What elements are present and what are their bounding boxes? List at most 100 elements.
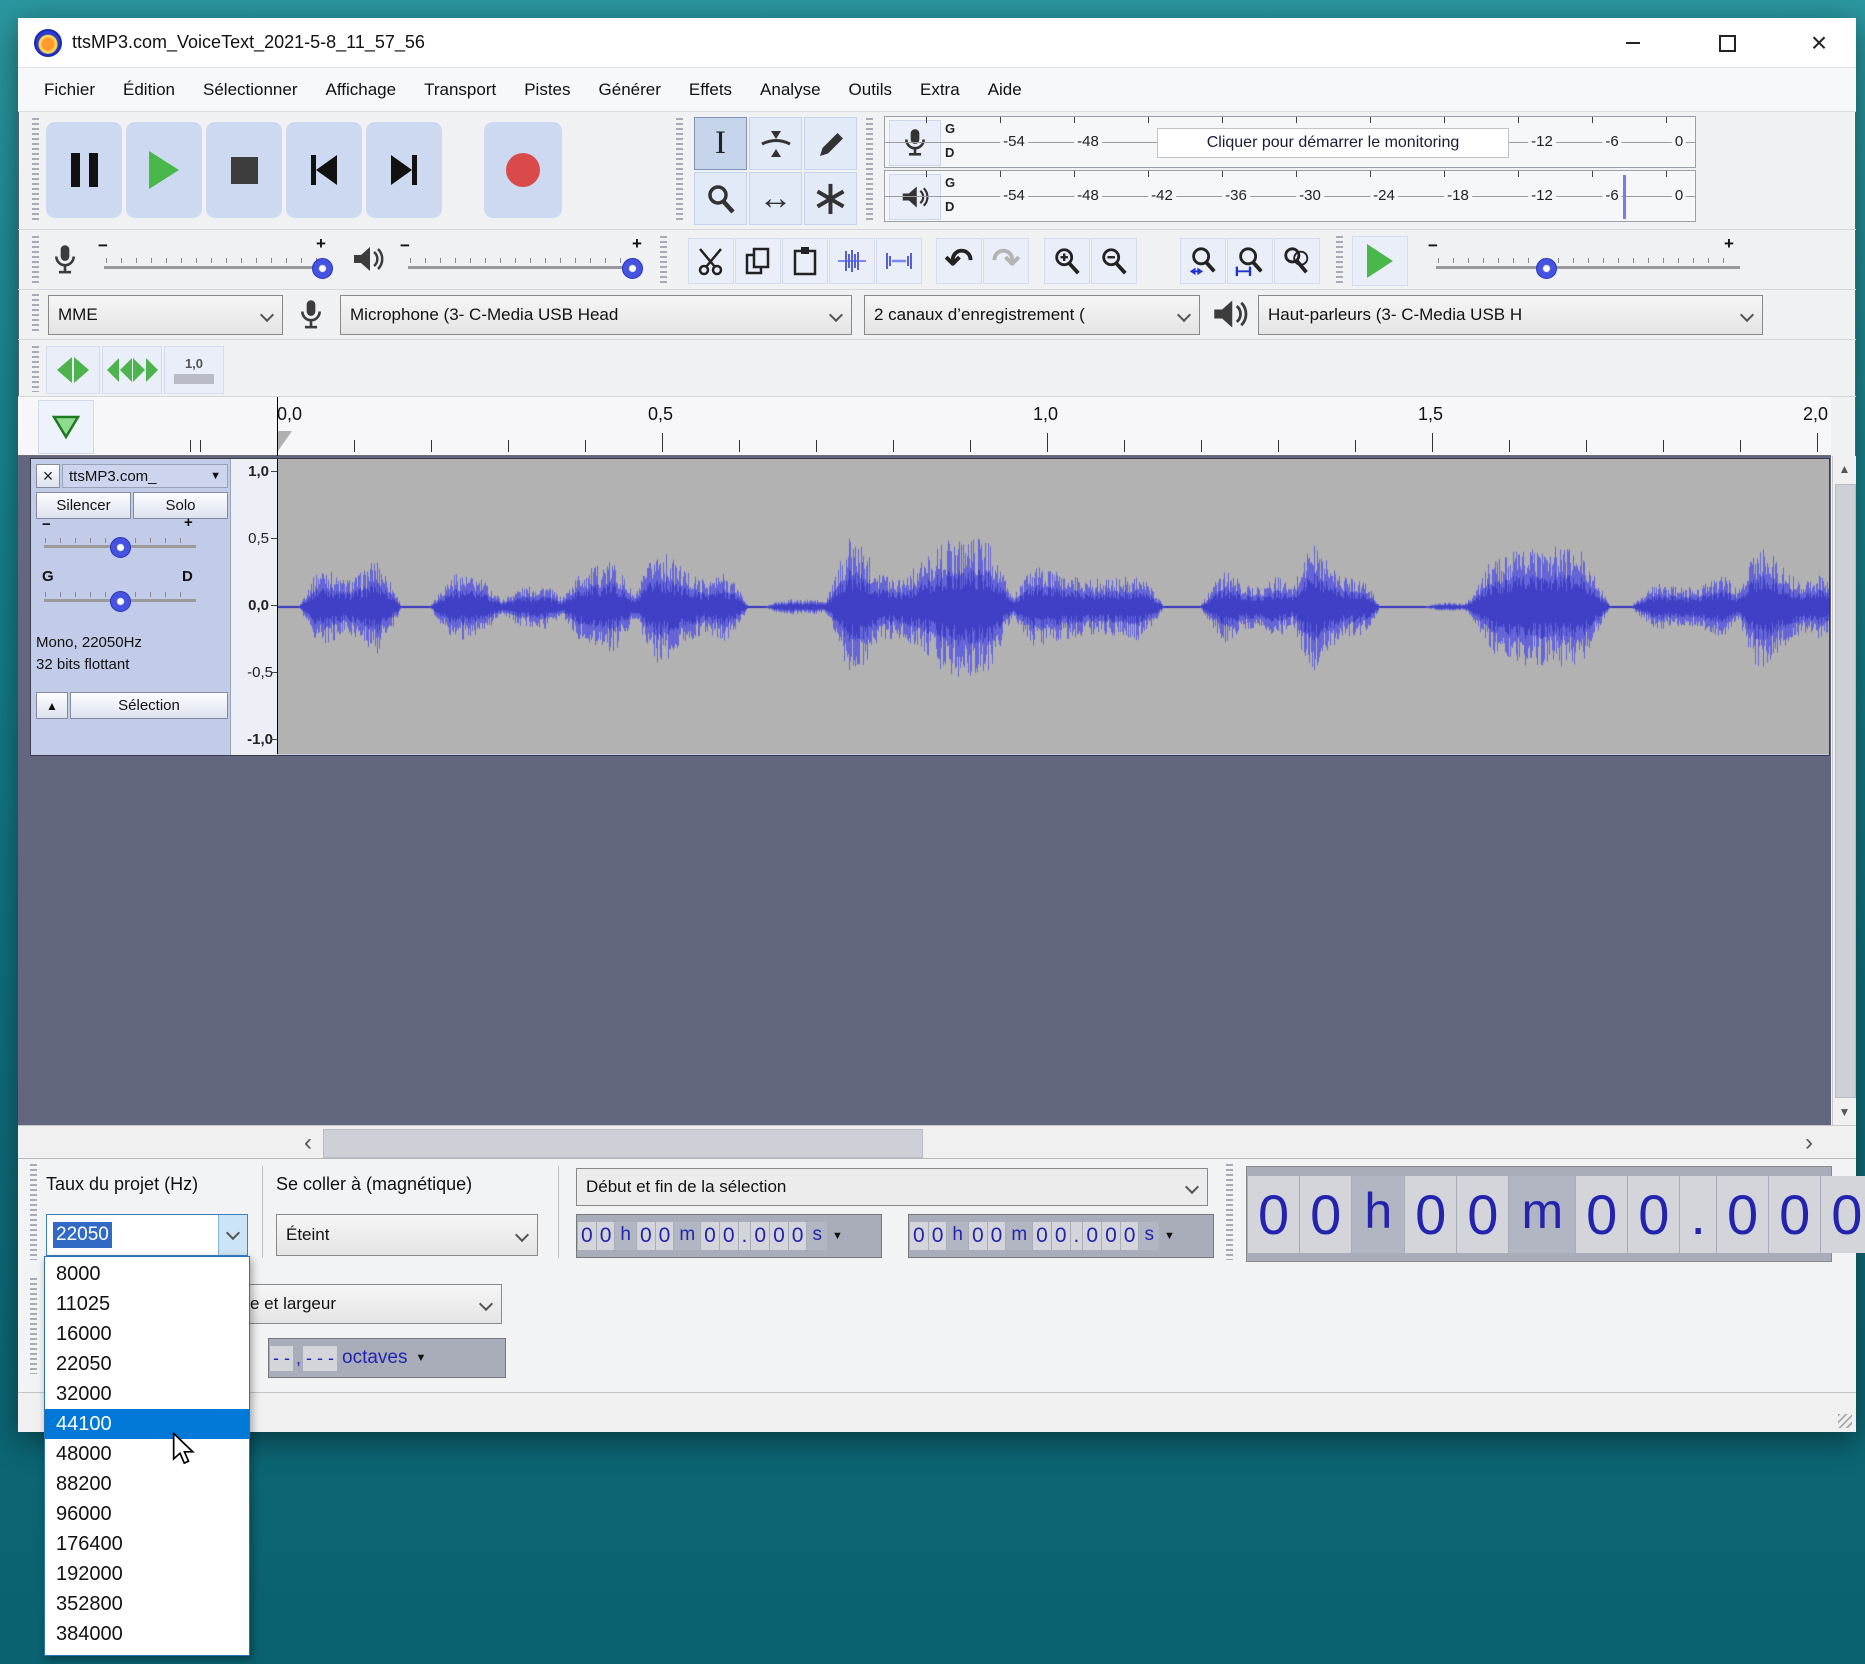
- project-rate-dropdown-list[interactable]: 8000110251600022050320004410048000882009…: [44, 1256, 250, 1656]
- mixer-toolbar-gripper[interactable]: [32, 236, 39, 284]
- minimize-button[interactable]: [1598, 18, 1668, 68]
- selection-toolbar-gripper[interactable]: [30, 1164, 37, 1260]
- copy-button[interactable]: [735, 238, 781, 284]
- play-volume-slider[interactable]: [408, 252, 640, 282]
- rate-option-5[interactable]: 44100: [45, 1409, 249, 1439]
- fit-project-button[interactable]: [1227, 238, 1273, 284]
- selection-end-field[interactable]: 00h00m00.000s ▼: [908, 1214, 1214, 1258]
- rate-option-10[interactable]: 192000: [45, 1559, 249, 1589]
- paste-button[interactable]: [782, 238, 828, 284]
- menu-item-10[interactable]: Extra: [906, 80, 974, 100]
- scrub-ruler-toggle-button[interactable]: 1,0: [164, 346, 224, 394]
- menu-item-1[interactable]: Édition: [109, 80, 189, 100]
- playback-device-select[interactable]: Haut-parleurs (3- C-Media USB H: [1258, 295, 1763, 335]
- monitoring-hint[interactable]: Cliquer pour démarrer le monitoring: [1157, 128, 1509, 158]
- scrub-toolbar-gripper[interactable]: [32, 346, 39, 392]
- rate-option-1[interactable]: 11025: [45, 1289, 249, 1319]
- envelope-tool-button[interactable]: [749, 117, 802, 170]
- menu-item-6[interactable]: Générer: [585, 80, 675, 100]
- stop-button[interactable]: [206, 122, 282, 218]
- pause-button[interactable]: [46, 122, 122, 218]
- recording-meter[interactable]: G D -54 -48 Cliquer pour démarrer le mon…: [884, 116, 1696, 168]
- recording-meter-mic-button[interactable]: [889, 120, 941, 166]
- track-gain-thumb[interactable]: [110, 537, 131, 558]
- vertical-scrollbar[interactable]: ▲ ▼: [1832, 456, 1856, 1125]
- spectral-value-field[interactable]: - - , - - - octaves ▼: [268, 1338, 506, 1378]
- play-at-speed-gripper[interactable]: [1336, 236, 1343, 284]
- menu-item-9[interactable]: Outils: [835, 80, 906, 100]
- play-speed-slider[interactable]: [1436, 252, 1740, 282]
- rate-option-8[interactable]: 96000: [45, 1499, 249, 1529]
- project-rate-combobox[interactable]: 22050: [46, 1214, 248, 1256]
- cut-button[interactable]: [688, 238, 734, 284]
- track-solo-button[interactable]: Solo: [133, 492, 228, 519]
- menu-item-7[interactable]: Effets: [675, 80, 746, 100]
- menu-item-2[interactable]: Sélectionner: [189, 80, 312, 100]
- time-shift-tool-button[interactable]: ↔: [749, 172, 802, 225]
- rate-option-2[interactable]: 16000: [45, 1319, 249, 1349]
- maximize-button[interactable]: [1692, 18, 1762, 68]
- menu-item-0[interactable]: Fichier: [30, 80, 109, 100]
- trim-outside-selection-button[interactable]: [829, 238, 875, 284]
- track-pan-slider[interactable]: [44, 588, 196, 614]
- track-close-button[interactable]: ×: [36, 464, 60, 488]
- skip-to-start-button[interactable]: [286, 122, 362, 218]
- track-name-menu[interactable]: ttsMP3.com_ ▼: [62, 464, 228, 488]
- scroll-up-button[interactable]: ▲: [1833, 456, 1856, 482]
- timeline-pin-button[interactable]: [38, 400, 94, 454]
- seek-button[interactable]: [102, 346, 162, 394]
- menu-item-4[interactable]: Transport: [410, 80, 510, 100]
- zoom-toggle-button[interactable]: [1274, 238, 1320, 284]
- recording-channels-select[interactable]: 2 canaux d’enregistrement (: [864, 295, 1200, 335]
- play-speed-thumb[interactable]: [1536, 258, 1557, 279]
- recording-device-select[interactable]: Microphone (3- C-Media USB Head: [340, 295, 852, 335]
- vertical-ruler[interactable]: 1,0 0,5 0,0 -0,5 -1,0: [230, 459, 277, 755]
- quick-play-marker[interactable]: [278, 431, 292, 451]
- transport-toolbar-gripper[interactable]: [32, 118, 39, 222]
- track-select-button[interactable]: Sélection: [70, 692, 228, 719]
- play-volume-thumb[interactable]: [622, 258, 643, 279]
- edit-toolbar-gripper[interactable]: [660, 236, 667, 284]
- undo-button[interactable]: ↶: [936, 238, 982, 284]
- track-gain-slider[interactable]: [44, 534, 196, 560]
- waveform-view[interactable]: [277, 459, 1829, 754]
- track-pan-thumb[interactable]: [110, 591, 131, 612]
- redo-button[interactable]: ↷: [983, 238, 1029, 284]
- vertical-scroll-thumb[interactable]: [1835, 484, 1856, 1098]
- timeline-ruler[interactable]: 0,0 0,5 1,0 1,5 2,0: [18, 397, 1831, 456]
- zoom-tool-button[interactable]: [694, 172, 747, 225]
- rate-option-4[interactable]: 32000: [45, 1379, 249, 1409]
- playback-meter[interactable]: G D -54 -48 -42 -36 -30 -24 -18 -12 -6 0: [884, 170, 1696, 222]
- play-at-speed-button[interactable]: [1352, 236, 1408, 286]
- horizontal-scroll-thumb[interactable]: [323, 1129, 923, 1158]
- scroll-down-button[interactable]: ▼: [1833, 1099, 1856, 1125]
- silence-selection-button[interactable]: [876, 238, 922, 284]
- draw-tool-button[interactable]: [804, 117, 857, 170]
- rate-option-9[interactable]: 176400: [45, 1529, 249, 1559]
- scroll-left-button[interactable]: ‹: [295, 1129, 321, 1156]
- record-volume-slider[interactable]: [104, 252, 332, 282]
- selection-mode-combobox[interactable]: Début et fin de la sélection: [576, 1168, 1208, 1206]
- audio-position-display[interactable]: 00h00m00.000s ▼: [1246, 1166, 1832, 1262]
- scrub-button[interactable]: [46, 346, 100, 394]
- selection-start-field[interactable]: 00h00m00.000s ▼: [576, 1214, 882, 1258]
- position-display-gripper[interactable]: [1226, 1164, 1233, 1260]
- horizontal-scrollbar[interactable]: ‹ ›: [18, 1125, 1856, 1158]
- rate-option-0[interactable]: 8000: [45, 1259, 249, 1289]
- spectral-toolbar-gripper[interactable]: [30, 1278, 37, 1374]
- menu-item-5[interactable]: Pistes: [510, 80, 584, 100]
- fit-selection-button[interactable]: [1180, 238, 1226, 284]
- menu-item-11[interactable]: Aide: [974, 80, 1036, 100]
- zoom-out-button[interactable]: [1091, 238, 1137, 284]
- snap-to-combobox[interactable]: Éteint: [276, 1214, 538, 1256]
- tools-toolbar-gripper[interactable]: [676, 118, 683, 222]
- zoom-in-button[interactable]: [1044, 238, 1090, 284]
- rate-option-7[interactable]: 88200: [45, 1469, 249, 1499]
- rate-option-12[interactable]: 384000: [45, 1619, 249, 1649]
- rate-option-11[interactable]: 352800: [45, 1589, 249, 1619]
- scroll-right-button[interactable]: ›: [1796, 1129, 1822, 1156]
- meter-toolbar-gripper[interactable]: [866, 118, 873, 222]
- record-volume-thumb[interactable]: [312, 258, 333, 279]
- spectral-mode-combobox[interactable]: e et largeur: [240, 1284, 502, 1324]
- device-toolbar-gripper[interactable]: [32, 294, 39, 334]
